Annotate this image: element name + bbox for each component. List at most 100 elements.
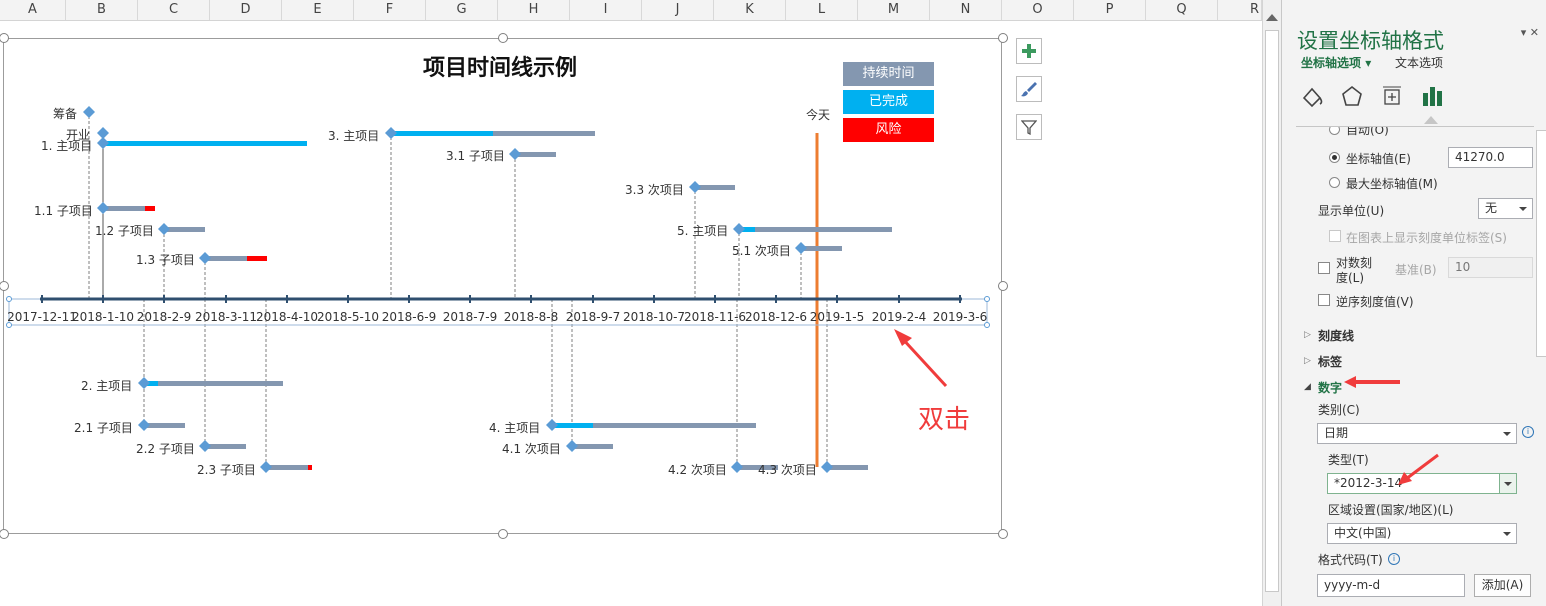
add-button[interactable]: 添加(A)	[1474, 574, 1531, 597]
bar-1.3-risk	[247, 256, 267, 261]
category-dropdown[interactable]: 日期	[1317, 423, 1517, 444]
milestone-marker	[199, 440, 211, 452]
info-icon[interactable]: i	[1388, 553, 1400, 565]
info-icon[interactable]: i	[1522, 426, 1534, 438]
display-unit-dropdown[interactable]: 无	[1478, 198, 1533, 219]
radio-auto[interactable]	[1329, 127, 1340, 135]
radio-auto-label: 自动(O)	[1346, 127, 1389, 137]
column-header-Q[interactable]: Q	[1146, 0, 1218, 20]
column-header-O[interactable]: O	[1002, 0, 1074, 20]
filter-icon	[1021, 120, 1037, 135]
type-dropdown-button[interactable]	[1499, 474, 1516, 493]
radio-max-axis-value[interactable]	[1329, 177, 1340, 188]
milestone-marker	[733, 223, 745, 235]
pane-scrollbar[interactable]	[1535, 50, 1546, 606]
type-label: 类型(T)	[1328, 453, 1369, 467]
task-label: 2.2 子项目	[136, 442, 195, 456]
milestone-marker	[689, 181, 701, 193]
reverse-order-checkbox[interactable]	[1318, 294, 1330, 306]
bar-2.3-risk	[308, 465, 312, 470]
bar-3.3-duration	[695, 185, 735, 190]
bar-1.1-duration	[103, 206, 145, 211]
locale-label: 区域设置(国家/地区)(L)	[1328, 503, 1454, 517]
milestone-marker	[821, 461, 833, 473]
bar-1.2-duration	[164, 227, 205, 232]
axis-label: 2019-2-4	[871, 310, 927, 324]
vertical-scrollbar[interactable]	[1262, 0, 1281, 606]
axis-options-chart-icon[interactable]	[1420, 84, 1444, 108]
format-axis-pane: 设置坐标轴格式 ▾ ✕ 坐标轴选项 ▾ 文本选项 自动(O) 坐标轴值(E) 4…	[1281, 0, 1546, 606]
pane-close-icon[interactable]: ▾ ✕	[1521, 26, 1539, 39]
milestone-marker	[138, 377, 150, 389]
axis-label: 2019-3-6	[932, 310, 988, 324]
milestone-marker	[566, 440, 578, 452]
format-code-label: 格式代码(T)	[1318, 553, 1383, 567]
effects-pentagon-icon[interactable]	[1340, 84, 1364, 108]
axis-label: 2018-5-10	[316, 310, 380, 324]
chevron-down-icon	[1504, 482, 1512, 486]
expand-triangle-icon[interactable]: ▷	[1304, 330, 1311, 340]
axis-label: 2018-7-9	[442, 310, 498, 324]
collapse-triangle-icon[interactable]: ◢	[1304, 382, 1311, 392]
annotation-double-click: 双击	[918, 405, 971, 435]
task-label: 4.3 次项目	[758, 463, 817, 477]
milestone-marker	[97, 202, 109, 214]
column-header-P[interactable]: P	[1074, 0, 1146, 20]
section-labels[interactable]: 标签	[1318, 353, 1342, 370]
task-label: 4. 主项目	[489, 421, 541, 435]
fill-line-icon[interactable]	[1300, 84, 1324, 108]
timeline-plot[interactable]	[0, 0, 1004, 540]
chart-elements-button[interactable]	[1016, 38, 1042, 64]
axis-label: 2018-2-9	[136, 310, 192, 324]
milestone-marker	[158, 223, 170, 235]
annotation-arrow-number	[1344, 376, 1400, 388]
bar-1-completed	[103, 141, 307, 146]
task-label: 3.3 次项目	[625, 183, 684, 197]
section-number[interactable]: 数字	[1318, 379, 1342, 396]
chart-filters-button[interactable]	[1016, 114, 1042, 140]
locale-dropdown[interactable]: 中文(中国)	[1327, 523, 1517, 544]
column-header-R[interactable]: R	[1218, 0, 1262, 20]
radio-axis-value[interactable]	[1329, 152, 1340, 163]
tab-text-options[interactable]: 文本选项	[1395, 54, 1443, 71]
base-input[interactable]: 10	[1448, 257, 1533, 278]
task-label: 2. 主项目	[81, 379, 133, 393]
bar-4.3-duration	[827, 465, 868, 470]
expand-triangle-icon[interactable]: ▷	[1304, 356, 1311, 366]
bar-1.1-risk	[145, 206, 155, 211]
annotation-arrowhead	[894, 329, 912, 346]
pane-title: 设置坐标轴格式	[1297, 29, 1444, 53]
task-label: 2.3 子项目	[197, 463, 256, 477]
axis-value-input[interactable]: 41270.0	[1448, 147, 1533, 168]
log-scale-checkbox[interactable]	[1318, 262, 1330, 274]
scroll-up-arrow-icon[interactable]	[1266, 14, 1278, 21]
size-properties-icon[interactable]	[1380, 84, 1404, 108]
pane-scroll-thumb[interactable]	[1536, 130, 1546, 357]
tab-axis-options[interactable]: 坐标轴选项 ▾	[1301, 54, 1371, 71]
auto-radio-row[interactable]: 自动(O)	[1282, 127, 1535, 137]
bar-5-duration	[739, 227, 892, 232]
log-scale-label-line2: 度(L)	[1336, 271, 1365, 285]
chart-styles-button[interactable]	[1016, 76, 1042, 102]
chevron-down-icon	[1519, 207, 1527, 211]
bar-1.3-duration	[205, 256, 247, 261]
bar-4.1-duration	[572, 444, 613, 449]
axis-handle	[6, 296, 12, 302]
section-tick-marks[interactable]: 刻度线	[1318, 327, 1354, 344]
milestone-marker	[509, 148, 521, 160]
scroll-thumb[interactable]	[1265, 30, 1279, 592]
milestone-marker	[83, 106, 95, 118]
milestone-marker	[138, 419, 150, 431]
bar-4-completed	[552, 423, 593, 428]
milestone-marker	[199, 252, 211, 264]
task-label: 1.1 子项目	[34, 204, 93, 218]
show-unit-label-checkbox[interactable]	[1329, 230, 1341, 242]
milestone-marker	[97, 137, 109, 149]
axis-label: 2018-8-8	[503, 310, 559, 324]
radio-max-label: 最大坐标轴值(M)	[1346, 177, 1438, 191]
format-code-input[interactable]: yyyy-m-d	[1317, 574, 1465, 597]
axis-label: 2019-1-5	[809, 310, 865, 324]
milestone-marker	[385, 127, 397, 139]
axis-label: 2018-12-6	[744, 310, 808, 324]
task-label: 3.1 子项目	[446, 149, 505, 163]
